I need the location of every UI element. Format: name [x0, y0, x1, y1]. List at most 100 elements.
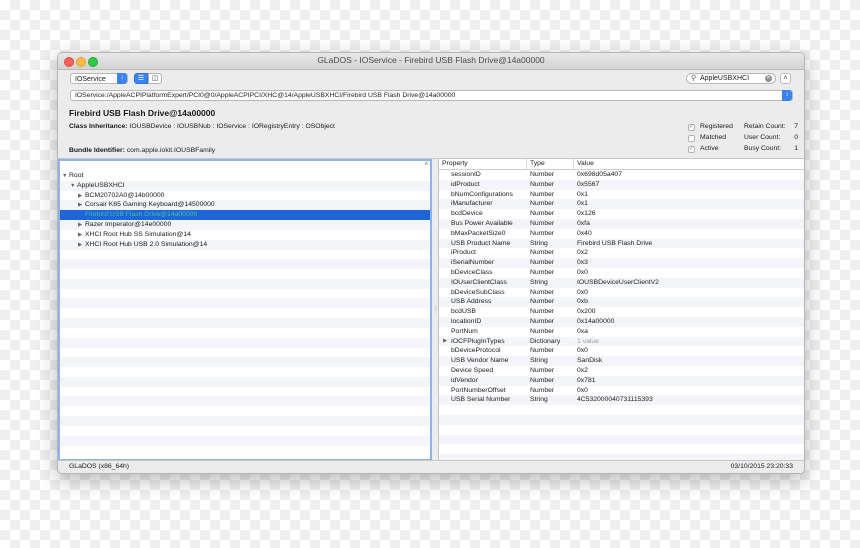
class-inheritance-label: Class Inheritance: — [69, 123, 128, 130]
table-row[interactable]: Bus Power Available Number 0xfa — [439, 219, 804, 229]
columns-icon: ◫ — [151, 75, 159, 82]
content-area: ˄ ▼ Root ▼ AppleUSBXHCI ▶ BCM20702A0@14b00000… — [58, 158, 804, 461]
search-previous-button[interactable]: ˄ — [780, 73, 791, 84]
class-inheritance-value: IOUSBDevice : IOUSBNub : IOService : IOR… — [129, 123, 335, 130]
table-row[interactable]: USB Address Number 0xb — [439, 297, 804, 308]
cell-type: Number — [530, 220, 555, 227]
bundle-identifier-value: com.apple.iokit.IOUSBFamily — [126, 147, 216, 154]
tree-item-label: BCM20702A0@14b00000 — [85, 191, 165, 199]
table-row[interactable]: bcdDevice Number 0x126 — [439, 209, 804, 219]
tree-item-label: AppleUSBXHCI — [77, 181, 125, 189]
column-header-value[interactable]: Value — [574, 159, 804, 169]
tree-stripe — [60, 259, 430, 270]
cell-value: 0x2 — [577, 367, 588, 374]
table-row[interactable]: PortNumberOffset Number 0x0 — [439, 386, 804, 396]
cell-property: Bus Power Available — [451, 220, 513, 227]
disclosure-open-icon[interactable]: ▼ — [62, 171, 69, 181]
disclosure-closed-icon[interactable]: ▶ — [78, 220, 85, 230]
cell-value: 0x0 — [577, 386, 588, 394]
column-view-button[interactable]: ◫ — [148, 73, 162, 84]
table-row[interactable]: locationID Number 0x14a00000 — [439, 317, 804, 327]
clear-search-icon[interactable]: ✕ — [765, 75, 772, 82]
tree-item[interactable]: ▼ AppleUSBXHCI — [60, 181, 430, 191]
disclosure-open-icon[interactable]: ▼ — [70, 181, 77, 191]
tree-item[interactable]: ▶ Corsair K65 Gaming Keyboard@14500000 — [60, 200, 430, 210]
table-row[interactable]: PortNum Number 0xa — [439, 327, 804, 337]
cell-type: Number — [530, 308, 555, 316]
table-row[interactable]: bDeviceSubClass Number 0x0 — [439, 288, 804, 298]
table-empty-row — [439, 405, 804, 415]
select-arrows-icon: ↕ — [117, 73, 127, 84]
table-row[interactable]: sessionID Number 0x698d05a407 — [439, 170, 804, 180]
cell-value: 0xfa — [577, 220, 590, 227]
bundle-identifier: Bundle Identifier: com.apple.iokit.IOUSB… — [69, 147, 215, 154]
cell-type: Number — [530, 288, 555, 296]
table-row[interactable]: bDeviceProtocol Number 0x0 — [439, 346, 804, 356]
cell-value: SanDisk — [577, 357, 603, 365]
table-row[interactable]: bMaxPacketSize0 Number 0x40 — [439, 229, 804, 239]
flag-row-registered: ✓ Registered Retain Count: 7 — [688, 123, 798, 134]
disclosure-closed-icon[interactable]: ▶ — [78, 230, 85, 240]
table-row[interactable]: bNumConfigurations Number 0x1 — [439, 190, 804, 200]
disclosure-closed-icon[interactable]: ▶ — [443, 337, 447, 347]
search-input[interactable]: ⚲ AppleUSBXHCI ✕ — [686, 73, 776, 84]
table-row[interactable]: bcdUSB Number 0x200 — [439, 307, 804, 317]
cell-type: String — [530, 278, 548, 286]
disclosure-closed-icon[interactable]: ▶ — [78, 240, 85, 250]
cell-property: bDeviceClass — [451, 269, 493, 276]
cell-property: USB Serial Number — [451, 396, 511, 404]
cell-type: Number — [530, 298, 555, 306]
cell-property: USB Vendor Name — [451, 357, 509, 365]
table-row[interactable]: idVendor Number 0x781 — [439, 375, 804, 386]
cell-value: 0x0 — [577, 288, 588, 296]
tree-item[interactable]: ▶ XHCI Root Hub USB 2.0 Simulation@14 — [60, 240, 430, 250]
table-row[interactable]: IOUserClientClass String IOUSBDeviceUserCl… — [439, 277, 804, 288]
table-row[interactable]: bDeviceClass Number 0x0 — [439, 268, 804, 278]
disclosure-closed-icon[interactable]: ▶ — [78, 191, 85, 201]
table-row[interactable]: USB Vendor Name String SanDisk — [439, 356, 804, 366]
tree-item[interactable]: ▶ Razer Imperator@14e00000 — [60, 220, 430, 230]
cell-type: Number — [530, 200, 555, 208]
tree-stripe — [60, 367, 430, 377]
chevron-up-icon: ˄ — [783, 75, 788, 82]
tree-stripe — [60, 269, 430, 279]
table-row[interactable]: Device Speed Number 0x2 — [439, 366, 804, 376]
device-info-panel: Firebird USB Flash Drive@14a00000 Class … — [58, 105, 804, 158]
table-row[interactable]: iSerialNumber Number 0x3 — [439, 258, 804, 268]
table-row[interactable]: idProduct Number 0x5567 — [439, 179, 804, 190]
cell-property: USB Address — [451, 298, 492, 306]
tree-stripe — [60, 249, 430, 259]
plane-select[interactable]: IOService ↕ — [70, 73, 128, 84]
table-row[interactable]: USB Product Name String Firebird USB Flash… — [439, 238, 804, 249]
tree-item[interactable]: ▶ XHCI Root Hub SS Simulation@14 — [60, 230, 430, 240]
cell-type: Number — [530, 376, 555, 384]
busy-count-value: 1 — [794, 145, 798, 152]
path-select[interactable]: IOService:/AppleACPIPlatformExpert/PCI0@… — [70, 90, 793, 101]
tree-stripe — [60, 357, 430, 368]
registry-tree[interactable]: ˄ ▼ Root ▼ AppleUSBXHCI ▶ BCM20702A0@14b00000… — [58, 159, 432, 461]
tree-stripe — [60, 289, 430, 299]
table-row[interactable]: ▶ IOCFPlugInTypes Dictionary 1 value — [439, 336, 804, 347]
cell-property: PortNumberOffset — [451, 386, 506, 394]
cell-value: 0x5567 — [577, 180, 600, 188]
tree-item[interactable]: ▼ Root — [60, 171, 430, 181]
disclosure-closed-icon[interactable]: ▶ — [78, 200, 85, 210]
list-view-button[interactable]: ☰ — [134, 73, 148, 84]
cell-property: bMaxPacketSize0 — [451, 229, 506, 237]
tree-item[interactable]: Firebird USB Flash Drive@14a00000 — [60, 210, 430, 221]
plane-select-value: IOService — [75, 76, 106, 83]
column-header-property[interactable]: Property — [439, 159, 527, 169]
table-empty-row — [439, 425, 804, 435]
scroll-up-icon[interactable]: ˄ — [424, 162, 428, 168]
active-checkbox: ✓ — [688, 146, 695, 153]
table-empty-row — [439, 444, 804, 454]
column-header-type[interactable]: Type — [527, 159, 574, 169]
flag-row-matched: Matched User Count: 0 — [688, 134, 798, 145]
table-row[interactable]: USB Serial Number String 4C532000040731115… — [439, 395, 804, 406]
table-row[interactable]: iProduct Number 0x2 — [439, 248, 804, 258]
tree-stripe — [60, 298, 430, 309]
tree-item[interactable]: ▶ BCM20702A0@14b00000 — [60, 191, 430, 201]
cell-type: Number — [530, 190, 555, 198]
table-row[interactable]: iManufacturer Number 0x1 — [439, 199, 804, 210]
cell-property: bcdUSB — [451, 308, 476, 316]
